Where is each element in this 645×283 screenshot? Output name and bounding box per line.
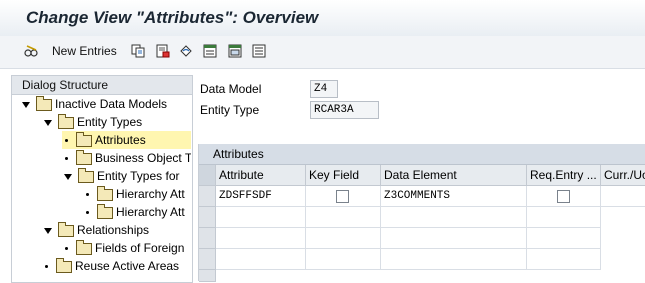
tree-item-hierarchy-att-1[interactable]: Hierarchy Att: [83, 185, 191, 203]
req-entry-cell: [527, 186, 601, 207]
folder-icon: [97, 185, 113, 201]
delete-icon[interactable]: [156, 44, 170, 58]
empty-cell[interactable]: [381, 249, 527, 270]
tree-item-relationships[interactable]: Relationships: [44, 221, 149, 239]
req-entry-checkbox[interactable]: [557, 190, 570, 203]
copy-icon[interactable]: [131, 44, 145, 58]
new-entries-button[interactable]: New Entries: [52, 44, 117, 58]
undo-icon[interactable]: [179, 44, 193, 58]
row-selector[interactable]: [199, 270, 216, 282]
entity-type-field[interactable]: RCAR3A: [310, 101, 379, 119]
bullet-icon: [65, 139, 68, 143]
tree-item-inactive-data-models[interactable]: Inactive Data Models: [22, 95, 167, 113]
expand-down-icon[interactable]: [44, 227, 52, 234]
column-header-attribute[interactable]: Attribute: [216, 165, 306, 186]
expand-down-icon[interactable]: [64, 173, 72, 180]
empty-cell[interactable]: [381, 228, 527, 249]
select-all-icon[interactable]: [203, 44, 217, 58]
column-header-req-entry[interactable]: Req.Entry ...: [527, 165, 601, 186]
key-field-cell: [306, 186, 381, 207]
bullet-icon: [65, 247, 68, 251]
empty-cell[interactable]: [306, 207, 381, 228]
bullet-icon: [86, 211, 89, 215]
empty-cell[interactable]: [527, 249, 601, 270]
folder-icon: [56, 257, 72, 273]
folder-icon: [97, 203, 113, 219]
empty-cell[interactable]: [306, 228, 381, 249]
data-model-field[interactable]: Z4: [310, 80, 338, 98]
column-header-data-element[interactable]: Data Element: [381, 165, 527, 186]
page-title: Change View "Attributes": Overview: [26, 8, 319, 27]
row-selector[interactable]: [199, 249, 216, 270]
entity-type-label: Entity Type: [200, 103, 260, 117]
empty-cell[interactable]: [527, 207, 601, 228]
deselect-all-icon[interactable]: [252, 44, 266, 58]
folder-icon: [76, 149, 92, 165]
empty-cell[interactable]: [381, 207, 527, 228]
attributes-table: Attributes Attribute Key Field Data Elem…: [198, 144, 645, 282]
tree-item-business-object[interactable]: Business Object T: [62, 149, 191, 167]
column-header-curr-uom[interactable]: Curr./Uo: [601, 165, 645, 186]
empty-cell[interactable]: [527, 228, 601, 249]
tree-item-hierarchy-att-2[interactable]: Hierarchy Att: [83, 203, 191, 221]
bullet-icon: [86, 193, 89, 197]
dialog-structure-header: Dialog Structure: [12, 76, 192, 95]
attribute-cell[interactable]: ZDSFFSDF: [216, 186, 306, 207]
folder-icon: [78, 167, 94, 183]
row-selector[interactable]: [199, 228, 216, 249]
bullet-icon: [45, 265, 48, 269]
tree-item-attributes[interactable]: Attributes: [62, 131, 191, 149]
expand-down-icon[interactable]: [22, 101, 30, 108]
row-selector[interactable]: [199, 207, 216, 228]
edit-glasses-icon[interactable]: [24, 44, 38, 58]
dialog-structure-panel: Dialog Structure Inactive Data Models En…: [11, 75, 193, 283]
column-header-key-field[interactable]: Key Field: [306, 165, 381, 186]
empty-cell[interactable]: [216, 249, 306, 270]
empty-cell[interactable]: [306, 249, 381, 270]
key-field-checkbox[interactable]: [336, 190, 349, 203]
curr-uom-cell[interactable]: [601, 186, 645, 207]
select-block-icon[interactable]: [228, 44, 242, 58]
data-model-label: Data Model: [200, 82, 262, 96]
empty-cell[interactable]: [216, 228, 306, 249]
tree-item-reuse-active-areas[interactable]: Reuse Active Areas: [42, 257, 179, 275]
empty-cell[interactable]: [216, 207, 306, 228]
folder-icon: [76, 239, 92, 255]
tree-item-fields-of-foreign[interactable]: Fields of Foreign: [62, 239, 191, 257]
select-all-rows-button[interactable]: [199, 165, 216, 186]
data-element-cell[interactable]: Z3COMMENTS: [381, 186, 527, 207]
row-selector[interactable]: [199, 186, 216, 207]
tree-item-entity-types[interactable]: Entity Types: [44, 113, 142, 131]
open-folder-icon: [76, 131, 92, 147]
folder-icon: [58, 113, 74, 129]
bullet-icon: [65, 157, 68, 161]
folder-icon: [58, 221, 74, 237]
tree-item-entity-types-for[interactable]: Entity Types for: [64, 167, 191, 185]
folder-icon: [36, 95, 52, 111]
title-bar: Change View "Attributes": Overview: [0, 0, 645, 36]
expand-down-icon[interactable]: [44, 119, 52, 126]
table-title: Attributes: [199, 144, 645, 165]
